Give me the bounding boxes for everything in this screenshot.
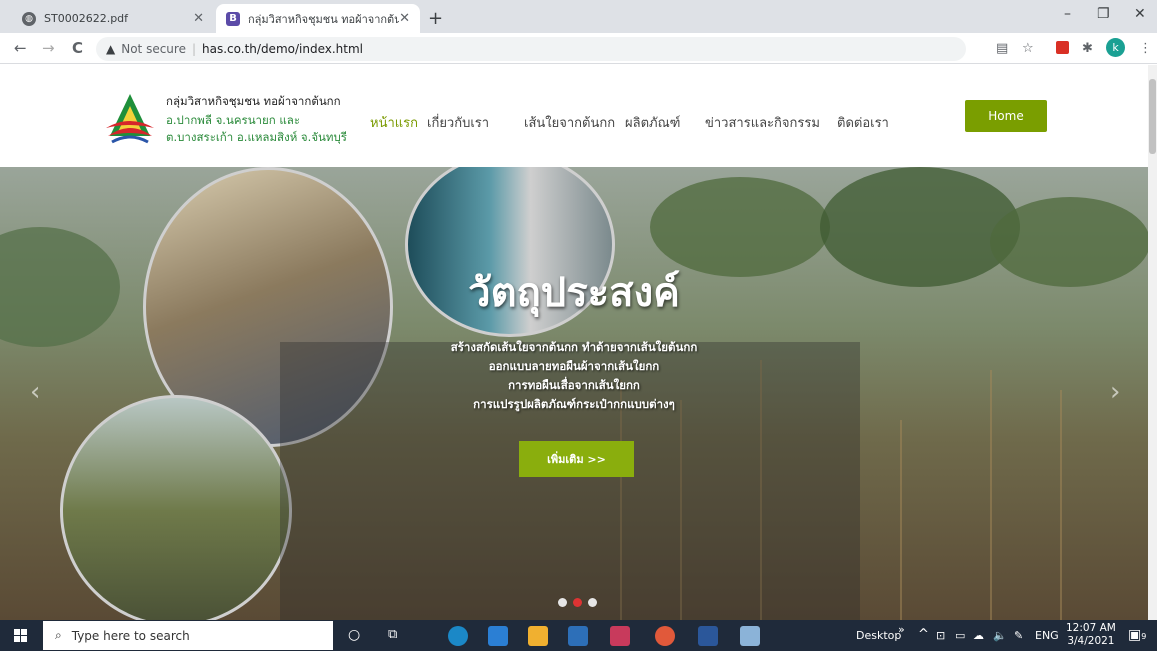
reload-button[interactable]: C bbox=[72, 39, 83, 57]
forward-button[interactable]: → bbox=[42, 39, 55, 57]
search-icon: ⌕ bbox=[55, 628, 62, 642]
page-scrollbar[interactable] bbox=[1148, 65, 1157, 620]
slider-next-arrow[interactable]: › bbox=[1110, 377, 1120, 407]
divider: | bbox=[191, 42, 197, 56]
nav-fiber[interactable]: เส้นใยจากต้นกก bbox=[524, 112, 615, 133]
logo-text-line-3: ต.บางสระเก้า อ.แหลมสิงห์ จ.จันทบุรี bbox=[166, 130, 347, 144]
toolbar-expand-icon[interactable]: » bbox=[898, 623, 905, 636]
grass-stalk bbox=[900, 420, 902, 620]
close-button[interactable]: ✕ bbox=[1134, 6, 1146, 22]
bookmark-star-icon[interactable]: ☆ bbox=[1022, 41, 1034, 56]
grass-stalk bbox=[1060, 390, 1062, 620]
nav-contact[interactable]: ติดต่อเรา bbox=[837, 112, 889, 133]
slider-prev-arrow[interactable]: ‹ bbox=[30, 377, 40, 407]
slide-text-line: การแปรรูปผลิตภัณฑ์กระเป๋ากกแบบต่างๆ bbox=[473, 397, 675, 411]
restore-button[interactable]: ❐ bbox=[1097, 6, 1110, 22]
battery-icon[interactable]: ▭ bbox=[955, 629, 965, 642]
read-more-button[interactable]: เพิ่มเติม >> bbox=[519, 441, 634, 477]
slide-text-line: สร้างสกัดเส้นใยจากต้นกก ทำด้ายจากเส้นใยต… bbox=[450, 340, 698, 354]
scrollbar-thumb[interactable] bbox=[1149, 79, 1156, 154]
desktop-toolbar-label[interactable]: Desktop bbox=[856, 629, 901, 642]
site-header: กลุ่มวิสาหกิจชุมชน ทอผ้าจากต้นกก อ.ปากพล… bbox=[0, 65, 1148, 167]
bootstrap-b-icon: B bbox=[226, 11, 240, 26]
tab-title: ST0002622.pdf bbox=[44, 12, 129, 25]
slide-title: วัตถุประสงค์ bbox=[468, 270, 680, 316]
slide-text-line: ออกแบบลายทอผืนผ้าจากเส้นใยกก bbox=[488, 359, 660, 373]
store-icon[interactable] bbox=[568, 626, 588, 646]
nav-news[interactable]: ข่าวสารและกิจกรรม bbox=[705, 112, 820, 133]
app-icon[interactable] bbox=[610, 626, 630, 646]
task-view-icon[interactable]: ⧉ bbox=[388, 627, 408, 647]
nav-home[interactable]: หน้าแรก bbox=[370, 112, 418, 133]
chrome-icon[interactable] bbox=[655, 626, 675, 646]
new-tab-button[interactable]: + bbox=[428, 8, 443, 29]
file-explorer-icon[interactable] bbox=[528, 626, 548, 646]
profile-avatar[interactable]: k bbox=[1106, 38, 1125, 57]
cortana-icon[interactable]: ○ bbox=[348, 627, 368, 647]
pen-icon[interactable]: ✎ bbox=[1014, 629, 1023, 642]
warning-icon: ▲ bbox=[106, 42, 116, 56]
clock-date: 3/4/2021 bbox=[1067, 635, 1115, 647]
security-label: Not secure bbox=[121, 42, 186, 56]
slider-dot-3[interactable] bbox=[588, 598, 597, 607]
cloud-icon[interactable]: ☁ bbox=[973, 629, 984, 642]
notification-center-icon[interactable]: ▣9 bbox=[1128, 627, 1146, 643]
globe-icon: ◍ bbox=[22, 11, 36, 26]
translate-icon[interactable]: ▤ bbox=[996, 41, 1008, 56]
meet-now-icon[interactable]: ⊡ bbox=[936, 629, 945, 642]
logo-text-line-2: อ.ปากพลี จ.นครนายก และ bbox=[166, 113, 301, 127]
keyboard-app-icon[interactable] bbox=[740, 626, 760, 646]
hero-slider: วัตถุประสงค์ สร้างสกัดเส้นใยจากต้นกก ทำด… bbox=[0, 167, 1148, 620]
system-clock[interactable]: 12:07 AM 3/4/2021 bbox=[1066, 622, 1116, 648]
windows-start-icon[interactable] bbox=[14, 629, 28, 643]
language-indicator[interactable]: ENG bbox=[1035, 629, 1059, 642]
edge-browser-icon[interactable] bbox=[448, 626, 468, 646]
tab-site[interactable]: B กลุ่มวิสาหกิจชุมชน ทอผ้าจากต้นกก ✕ bbox=[216, 4, 420, 33]
windows-taskbar: ⌕ Type here to search ○ ⧉ Desktop » ^ ⊡ … bbox=[0, 620, 1157, 651]
url-text: has.co.th/demo/index.html bbox=[202, 42, 363, 56]
home-button[interactable]: Home bbox=[965, 100, 1047, 132]
tray-chevron-icon[interactable]: ^ bbox=[918, 627, 929, 642]
loom-photo bbox=[60, 395, 292, 620]
nav-products[interactable]: ผลิตภัณฑ์ bbox=[625, 112, 680, 133]
menu-kebab-icon[interactable]: ⋮ bbox=[1139, 41, 1152, 56]
back-button[interactable]: ← bbox=[14, 39, 27, 57]
browser-tab-strip: ◍ ST0002622.pdf ✕ B กลุ่มวิสาหกิจชุมชน ท… bbox=[0, 0, 1157, 33]
minimize-button[interactable]: – bbox=[1064, 6, 1071, 22]
notification-count: 9 bbox=[1141, 632, 1147, 641]
organization-logo[interactable] bbox=[102, 92, 158, 144]
tab-close-icon[interactable]: ✕ bbox=[193, 11, 204, 26]
slider-dot-2[interactable] bbox=[573, 598, 582, 607]
tab-title: กลุ่มวิสาหกิจชุมชน ทอผ้าจากต้นกก bbox=[248, 12, 400, 26]
browser-toolbar: ← → C ▲ Not secure | has.co.th/demo/inde… bbox=[0, 33, 1157, 64]
word-icon[interactable] bbox=[698, 626, 718, 646]
clock-time: 12:07 AM bbox=[1066, 622, 1116, 634]
extensions-puzzle-icon[interactable]: ✱ bbox=[1082, 41, 1093, 56]
mail-icon[interactable] bbox=[488, 626, 508, 646]
tab-pdf[interactable]: ◍ ST0002622.pdf ✕ bbox=[12, 4, 214, 33]
tab-close-icon[interactable]: ✕ bbox=[399, 11, 410, 26]
address-bar[interactable]: ▲ Not secure | has.co.th/demo/index.html bbox=[96, 37, 966, 61]
taskbar-search-box[interactable]: ⌕ Type here to search bbox=[43, 621, 333, 650]
speaker-icon[interactable]: 🔈 bbox=[993, 629, 1007, 642]
slider-dot-1[interactable] bbox=[558, 598, 567, 607]
slide-text-line: การทอผืนเสื่อจากเส้นใยกก bbox=[508, 378, 640, 392]
nav-about[interactable]: เกี่ยวกับเรา bbox=[427, 112, 489, 133]
logo-text-line-1: กลุ่มวิสาหกิจชุมชน ทอผ้าจากต้นกก bbox=[166, 94, 341, 108]
pdf-extension-icon[interactable] bbox=[1056, 41, 1069, 54]
search-placeholder: Type here to search bbox=[71, 628, 190, 643]
